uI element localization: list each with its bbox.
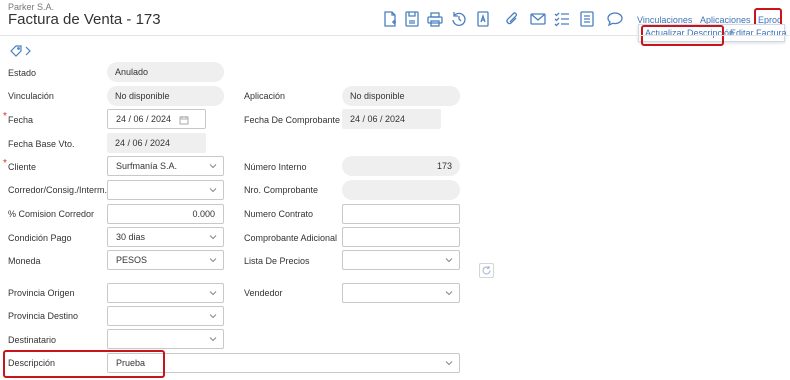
nro-comprobante-field [342,180,460,200]
required-marker: * [3,158,7,169]
chevron-down-icon [209,335,217,343]
print-icon[interactable] [426,10,444,28]
condicion-pago-value: 30 dias [116,232,146,242]
condicion-pago-select[interactable]: 30 dias [107,227,224,247]
nro-comprobante-label: Nro. Comprobante [244,185,319,195]
tag-icon[interactable] [10,44,22,57]
vendedor-select[interactable] [342,283,460,303]
moneda-value: PESOS [116,255,148,265]
fecha-input[interactable]: 24 / 06 / 2024 [107,109,206,129]
comment-icon[interactable] [606,10,624,28]
aplicacion-label: Aplicación [244,91,286,101]
lista-precios-select[interactable] [342,250,460,270]
chevron-down-icon [445,359,453,367]
aplicacion-field: No disponible [342,86,460,106]
estado-field: Anulado [107,62,224,82]
cliente-value: Surfmanía S.A. [116,161,178,171]
estado-label: Estado [8,68,37,78]
fecha-base-field: 24 / 06 / 2024 [107,133,206,153]
page-title: Factura de Venta - 173 [8,11,161,28]
text-document-icon[interactable] [474,10,492,28]
editar-factura-option[interactable]: Editar Factura [730,28,787,38]
destinatario-select[interactable] [107,329,224,349]
checklist-icon[interactable] [553,10,571,28]
chevron-down-icon [209,256,217,264]
numero-contrato-input[interactable] [342,204,460,224]
history-icon[interactable] [450,10,468,28]
email-icon[interactable] [529,10,547,28]
comprobante-adicional-input[interactable] [342,227,460,247]
descripcion-highlight [3,350,165,378]
cliente-select[interactable]: Surfmanía S.A. [107,156,224,176]
numero-interno-label: Número Interno [244,162,307,172]
numero-contrato-label: Numero Contrato [244,209,314,219]
vinculacion-label: Vinculación [8,91,54,101]
comprobante-adicional-label: Comprobante Adicional [244,233,338,243]
chevron-down-icon [445,289,453,297]
cliente-label: * Cliente [3,158,37,172]
attach-icon[interactable] [503,10,521,28]
provincia-destino-select[interactable] [107,306,224,326]
chevron-down-icon [209,186,217,194]
required-marker: * [3,111,7,122]
provincia-destino-label: Provincia Destino [8,311,79,321]
corredor-label: Corredor/Consig./Interm. [8,185,108,195]
condicion-pago-label: Condición Pago [8,233,72,243]
destinatario-label: Destinatario [8,335,57,345]
fecha-value: 24 / 06 / 2024 [116,114,172,124]
vinculacion-field: No disponible [107,86,224,106]
header-divider [0,35,790,36]
chevron-down-icon [209,233,217,241]
comision-input[interactable]: 0.000 [107,204,224,224]
provincia-origen-label: Provincia Origen [8,288,75,298]
refresh-icon[interactable] [479,263,494,278]
calendar-icon[interactable] [179,115,189,125]
chevron-down-icon [209,312,217,320]
chevron-down-icon [445,256,453,264]
chevron-down-icon [209,162,217,170]
notes-icon[interactable] [578,10,596,28]
comision-label: % Comision Corredor [8,209,95,219]
moneda-label: Moneda [8,256,41,266]
vendedor-label: Vendedor [244,288,283,298]
corredor-select[interactable] [107,180,224,200]
lista-precios-label: Lista De Precios [244,256,310,266]
fecha-comprobante-label: Fecha De Comprobante [244,115,341,125]
chevron-down-icon [209,289,217,297]
moneda-select[interactable]: PESOS [107,250,224,270]
save-icon[interactable] [403,10,421,28]
fecha-label: * Fecha [3,111,34,125]
fecha-base-label: Fecha Base Vto. [8,139,75,149]
new-document-icon[interactable] [381,10,399,28]
chevron-right-icon[interactable] [25,44,31,56]
provincia-origen-select[interactable] [107,283,224,303]
numero-interno-field: 173 [342,156,460,176]
fecha-comprobante-field: 24 / 06 / 2024 [342,109,441,129]
